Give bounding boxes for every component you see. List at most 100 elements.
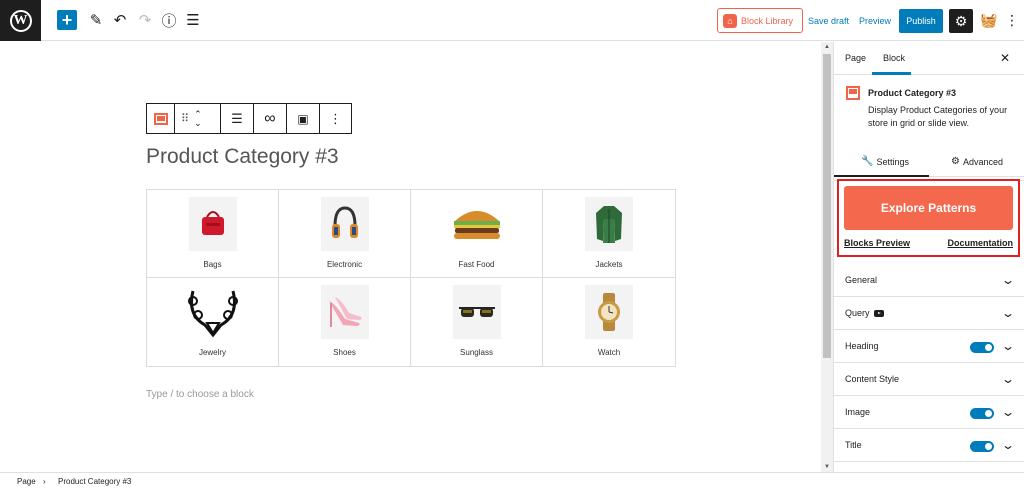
category-name: Bags: [203, 260, 222, 269]
tab-settings[interactable]: 🔧 Settings: [861, 156, 909, 167]
tab-advanced-label: Advanced: [962, 156, 1003, 167]
category-name: Fast Food: [458, 260, 495, 269]
gear-icon: ⚙: [951, 156, 960, 167]
category-grid: Bags Electronic Fast Food Jackets Jewelr…: [146, 189, 676, 367]
panel-label: Query: [845, 308, 870, 318]
list-view-icon[interactable]: ☰: [183, 10, 203, 30]
category-name: Electronic: [326, 260, 363, 269]
category-card[interactable]: Watch: [543, 278, 675, 366]
scroll-down-icon[interactable]: ▼: [824, 464, 830, 470]
block-options-button[interactable]: ⋮: [320, 104, 351, 133]
block-card-description: Display Product Categories of your store…: [868, 105, 1008, 128]
move-down-icon[interactable]: ⌄: [194, 118, 202, 128]
panel-label-wrap: Query: [845, 308, 884, 318]
chevron-down-icon[interactable]: ⌄: [1001, 372, 1015, 386]
media-button[interactable]: ▣: [287, 104, 320, 133]
category-card[interactable]: Shoes: [279, 278, 411, 366]
drag-move-group: ⠿ ⌃ ⌄: [175, 104, 221, 133]
panel-general[interactable]: General ⌄: [834, 264, 1024, 297]
editor-top-bar: W + ✎ ↶ ↷ ⓘ ☰ ⌂ Block Library Save draft…: [0, 0, 1024, 41]
category-card[interactable]: Sunglass: [411, 278, 543, 366]
blocks-preview-link[interactable]: Blocks Preview: [844, 238, 910, 248]
basket-icon: ⌂: [723, 13, 737, 28]
category-name: Sunglass: [460, 348, 493, 357]
category-card[interactable]: Fast Food: [411, 190, 543, 278]
block-library-label: Block Library: [741, 15, 794, 26]
link-icon: ∞: [264, 109, 276, 127]
publish-button[interactable]: Publish: [899, 9, 943, 33]
close-icon[interactable]: ✕: [1000, 51, 1010, 65]
panel-label: Content Style: [845, 374, 900, 384]
block-appender-placeholder[interactable]: Type / to choose a block: [146, 389, 254, 400]
panel-label: Image: [845, 407, 871, 417]
tab-advanced[interactable]: ⚙ Advanced: [951, 156, 1003, 167]
explore-patterns-highlight: Explore Patterns Blocks Preview Document…: [837, 179, 1020, 257]
scrollbar-thumb[interactable]: [823, 54, 831, 358]
wrench-icon: 🔧: [861, 156, 874, 167]
more-options-icon[interactable]: ⋮: [1005, 10, 1019, 30]
scroll-up-icon[interactable]: ▲: [824, 44, 830, 50]
breadcrumb: Page › Product Category #3: [0, 472, 1024, 488]
save-draft-button[interactable]: Save draft: [808, 16, 849, 26]
tab-page[interactable]: Page: [845, 53, 866, 63]
chevron-down-icon[interactable]: ⌄: [1001, 306, 1015, 320]
drag-handle-icon[interactable]: ⠿: [181, 112, 189, 125]
breadcrumb-page[interactable]: Page: [17, 477, 36, 486]
category-card[interactable]: Bags: [147, 190, 279, 278]
documentation-link[interactable]: Documentation: [947, 238, 1013, 248]
category-card[interactable]: Jewelry: [147, 278, 279, 366]
undo-icon[interactable]: ↶: [110, 10, 130, 30]
explore-patterns-button[interactable]: Explore Patterns: [844, 186, 1013, 230]
align-button[interactable]: ☰: [221, 104, 254, 133]
block-type-button[interactable]: [147, 104, 175, 133]
chevron-down-icon[interactable]: ⌄: [1001, 438, 1015, 452]
tab-settings-label: Settings: [876, 156, 909, 167]
category-card[interactable]: Electronic: [279, 190, 411, 278]
block-library-button[interactable]: ⌂ Block Library: [717, 8, 803, 33]
panel-heading[interactable]: Heading ⌄: [834, 330, 1024, 363]
video-tutorial-icon[interactable]: [873, 309, 884, 317]
burger-icon: [448, 197, 505, 251]
image-toggle[interactable]: [970, 408, 994, 419]
watch-icon: [585, 285, 633, 339]
panel-label: General: [845, 275, 878, 285]
panel-image[interactable]: Image ⌄: [834, 396, 1024, 429]
redo-icon[interactable]: ↷: [135, 10, 155, 30]
heading-toggle[interactable]: [970, 342, 994, 353]
category-card[interactable]: Jackets: [543, 190, 675, 278]
tab-block[interactable]: Block: [883, 53, 905, 63]
title-toggle[interactable]: [970, 441, 994, 452]
sunglasses-icon: [452, 285, 501, 339]
settings-sidebar: Page Block ✕ Product Category #3 Display…: [833, 42, 1024, 472]
category-name: Jewelry: [198, 348, 227, 357]
panel-label: Title: [845, 440, 862, 450]
breadcrumb-separator-icon: ›: [43, 477, 46, 486]
woo-basket-icon[interactable]: 🧺: [979, 10, 999, 30]
heels-icon: [320, 285, 369, 339]
block-title[interactable]: Product Category #3: [146, 145, 339, 169]
chevron-down-icon[interactable]: ⌄: [1001, 405, 1015, 419]
panel-title[interactable]: Title ⌄: [834, 429, 1024, 462]
bag-icon: [188, 197, 237, 251]
chevron-down-icon[interactable]: ⌄: [1001, 339, 1015, 353]
edit-pencil-icon[interactable]: ✎: [86, 10, 106, 30]
add-block-button[interactable]: +: [57, 10, 77, 30]
settings-advanced-tabs: 🔧 Settings ⚙ Advanced: [834, 147, 1024, 177]
more-vertical-icon: ⋮: [329, 110, 342, 126]
active-tab-indicator: [872, 72, 911, 75]
chevron-down-icon[interactable]: ⌄: [1001, 273, 1015, 287]
preview-button[interactable]: Preview: [859, 16, 891, 26]
canvas-scrollbar[interactable]: ▲ ▼: [821, 42, 833, 472]
panel-query[interactable]: Query ⌄: [834, 297, 1024, 330]
headphones-icon: [320, 197, 369, 251]
link-button[interactable]: ∞: [254, 104, 287, 133]
breadcrumb-block[interactable]: Product Category #3: [58, 477, 131, 486]
wordpress-logo-icon[interactable]: W: [0, 0, 41, 41]
settings-gear-icon[interactable]: ⚙: [949, 9, 973, 33]
panel-content-style[interactable]: Content Style ⌄: [834, 363, 1024, 396]
category-name: Watch: [597, 348, 621, 357]
info-icon[interactable]: ⓘ: [159, 10, 179, 30]
align-icon: ☰: [231, 110, 243, 126]
image-icon: ▣: [297, 111, 309, 126]
jacket-icon: [585, 197, 633, 251]
